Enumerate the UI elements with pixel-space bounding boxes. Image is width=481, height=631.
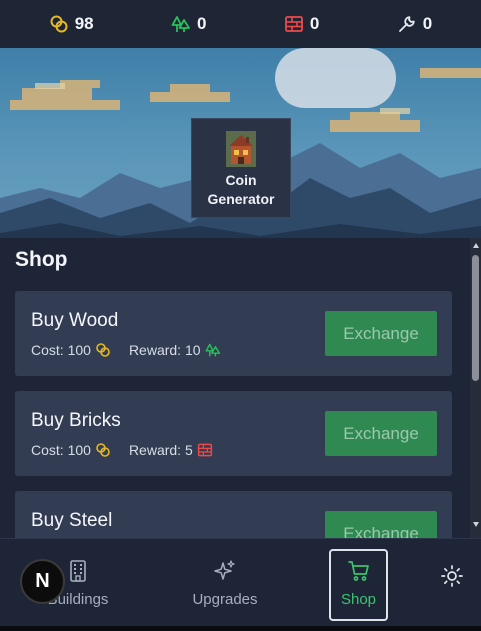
shop-item-title: Buy Bricks xyxy=(31,410,121,431)
reward-label: Reward: 5 xyxy=(128,442,193,458)
bricks-counter: 0 xyxy=(284,14,319,34)
shop-item-meta: Cost: 100 Reward: 10 xyxy=(31,342,221,358)
wood-counter: 0 xyxy=(171,14,207,34)
exchange-button[interactable]: Exchange xyxy=(325,511,437,538)
wrench-icon xyxy=(398,16,415,32)
reward-label: Reward: 10 xyxy=(128,342,201,358)
exchange-button[interactable]: Exchange xyxy=(325,411,437,456)
cost-label: Cost: 100 xyxy=(31,442,91,458)
exchange-button[interactable]: Exchange xyxy=(325,311,437,356)
wood-value: 0 xyxy=(197,14,207,33)
shop-item-steel: Buy Steel Exchange xyxy=(15,491,452,538)
sparkles-icon xyxy=(214,560,235,580)
generator-label-line2: Generator xyxy=(207,191,275,207)
scene-view: Coin Generator xyxy=(0,48,481,238)
shop-item-title: Buy Wood xyxy=(31,310,119,331)
tree-icon xyxy=(205,343,220,357)
coins-value: 98 xyxy=(74,14,94,33)
bottom-edge xyxy=(0,626,481,631)
sun-icon[interactable] xyxy=(440,564,464,588)
shop-panel: Shop Buy Wood Cost: 100 Reward: 10 Excha… xyxy=(0,238,481,538)
steel-counter: 0 xyxy=(397,14,432,34)
scroll-down-arrow-icon[interactable] xyxy=(473,522,479,527)
generator-label-line1: Coin xyxy=(225,172,257,188)
cart-icon xyxy=(347,561,369,581)
nav-item-upgrades[interactable]: Upgrades xyxy=(175,549,275,621)
shop-item-wood: Buy Wood Cost: 100 Reward: 10 Exchange xyxy=(15,291,452,376)
bricks-value: 0 xyxy=(309,14,320,33)
resource-bar: 98 0 0 0 xyxy=(0,0,481,48)
building-icon xyxy=(70,560,86,582)
tree-icon xyxy=(171,16,190,32)
shop-item-meta: Cost: 100 Reward: 5 xyxy=(31,442,213,458)
shop-item-title: Buy Steel xyxy=(31,510,113,531)
coins-counter: 98 xyxy=(49,14,94,34)
scrollbar-thumb[interactable] xyxy=(472,255,479,381)
nav-item-shop[interactable]: Shop xyxy=(329,549,388,621)
bottom-navigation: Buildings Upgrades Shop xyxy=(0,538,481,631)
brick-icon xyxy=(197,443,212,457)
coin-generator-building[interactable]: Coin Generator xyxy=(191,118,291,218)
coin-icon xyxy=(96,343,110,357)
nav-label-upgrades: Upgrades xyxy=(192,591,258,608)
brick-icon xyxy=(285,16,303,32)
dev-tools-badge[interactable]: N xyxy=(20,559,65,604)
shop-title: Shop xyxy=(15,248,68,271)
shop-item-bricks: Buy Bricks Cost: 100 Reward: 5 Exchange xyxy=(15,391,452,476)
coin-icon xyxy=(50,15,68,33)
house-icon xyxy=(226,131,256,167)
nav-label-shop: Shop xyxy=(340,591,377,608)
steel-value: 0 xyxy=(422,14,433,33)
cloud-shape xyxy=(275,48,396,108)
cost-label: Cost: 100 xyxy=(31,342,91,358)
generator-label: Coin Generator xyxy=(208,171,275,209)
scroll-up-arrow-icon[interactable] xyxy=(473,243,479,248)
coin-icon xyxy=(96,443,110,457)
